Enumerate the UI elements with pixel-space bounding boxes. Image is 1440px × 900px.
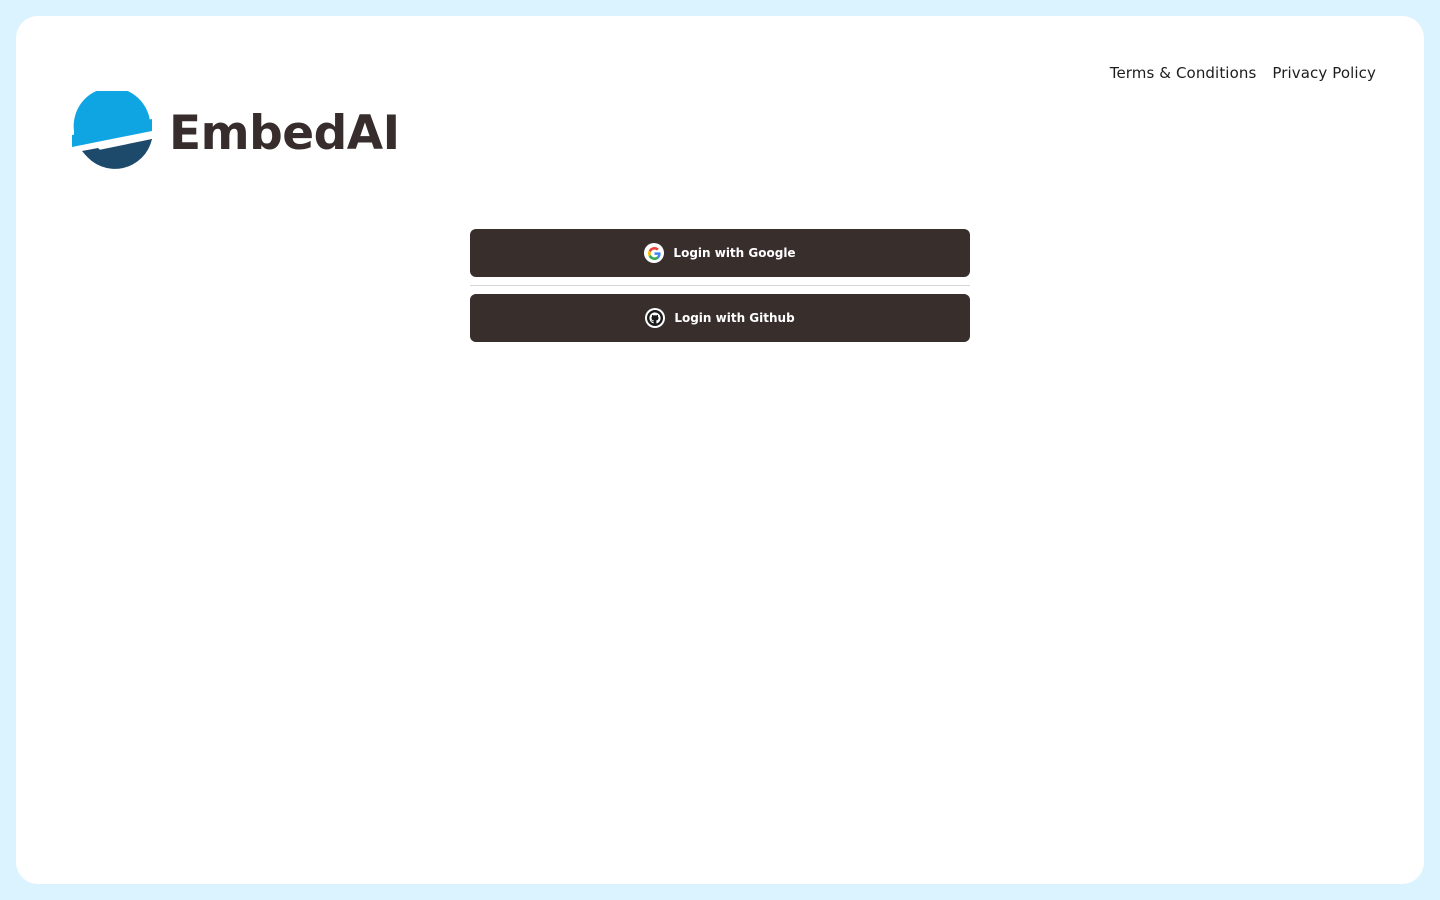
terms-link[interactable]: Terms & Conditions	[1110, 64, 1257, 82]
brand: EmbedAI	[70, 91, 400, 175]
github-icon	[645, 308, 666, 328]
google-icon	[644, 243, 665, 263]
embedai-logo-icon	[72, 91, 152, 169]
login-github-button[interactable]: Login with Github	[470, 294, 970, 342]
brand-name: EmbedAI	[169, 105, 400, 161]
top-links: Terms & Conditions Privacy Policy	[1110, 64, 1376, 82]
login-area: Login with Google Login with Github	[470, 229, 970, 342]
privacy-link[interactable]: Privacy Policy	[1272, 64, 1376, 82]
login-google-button[interactable]: Login with Google	[470, 229, 970, 277]
page-card: Terms & Conditions Privacy Policy EmbedA…	[16, 16, 1424, 884]
divider	[470, 285, 970, 286]
login-google-label: Login with Google	[673, 246, 796, 260]
login-github-label: Login with Github	[674, 311, 795, 325]
